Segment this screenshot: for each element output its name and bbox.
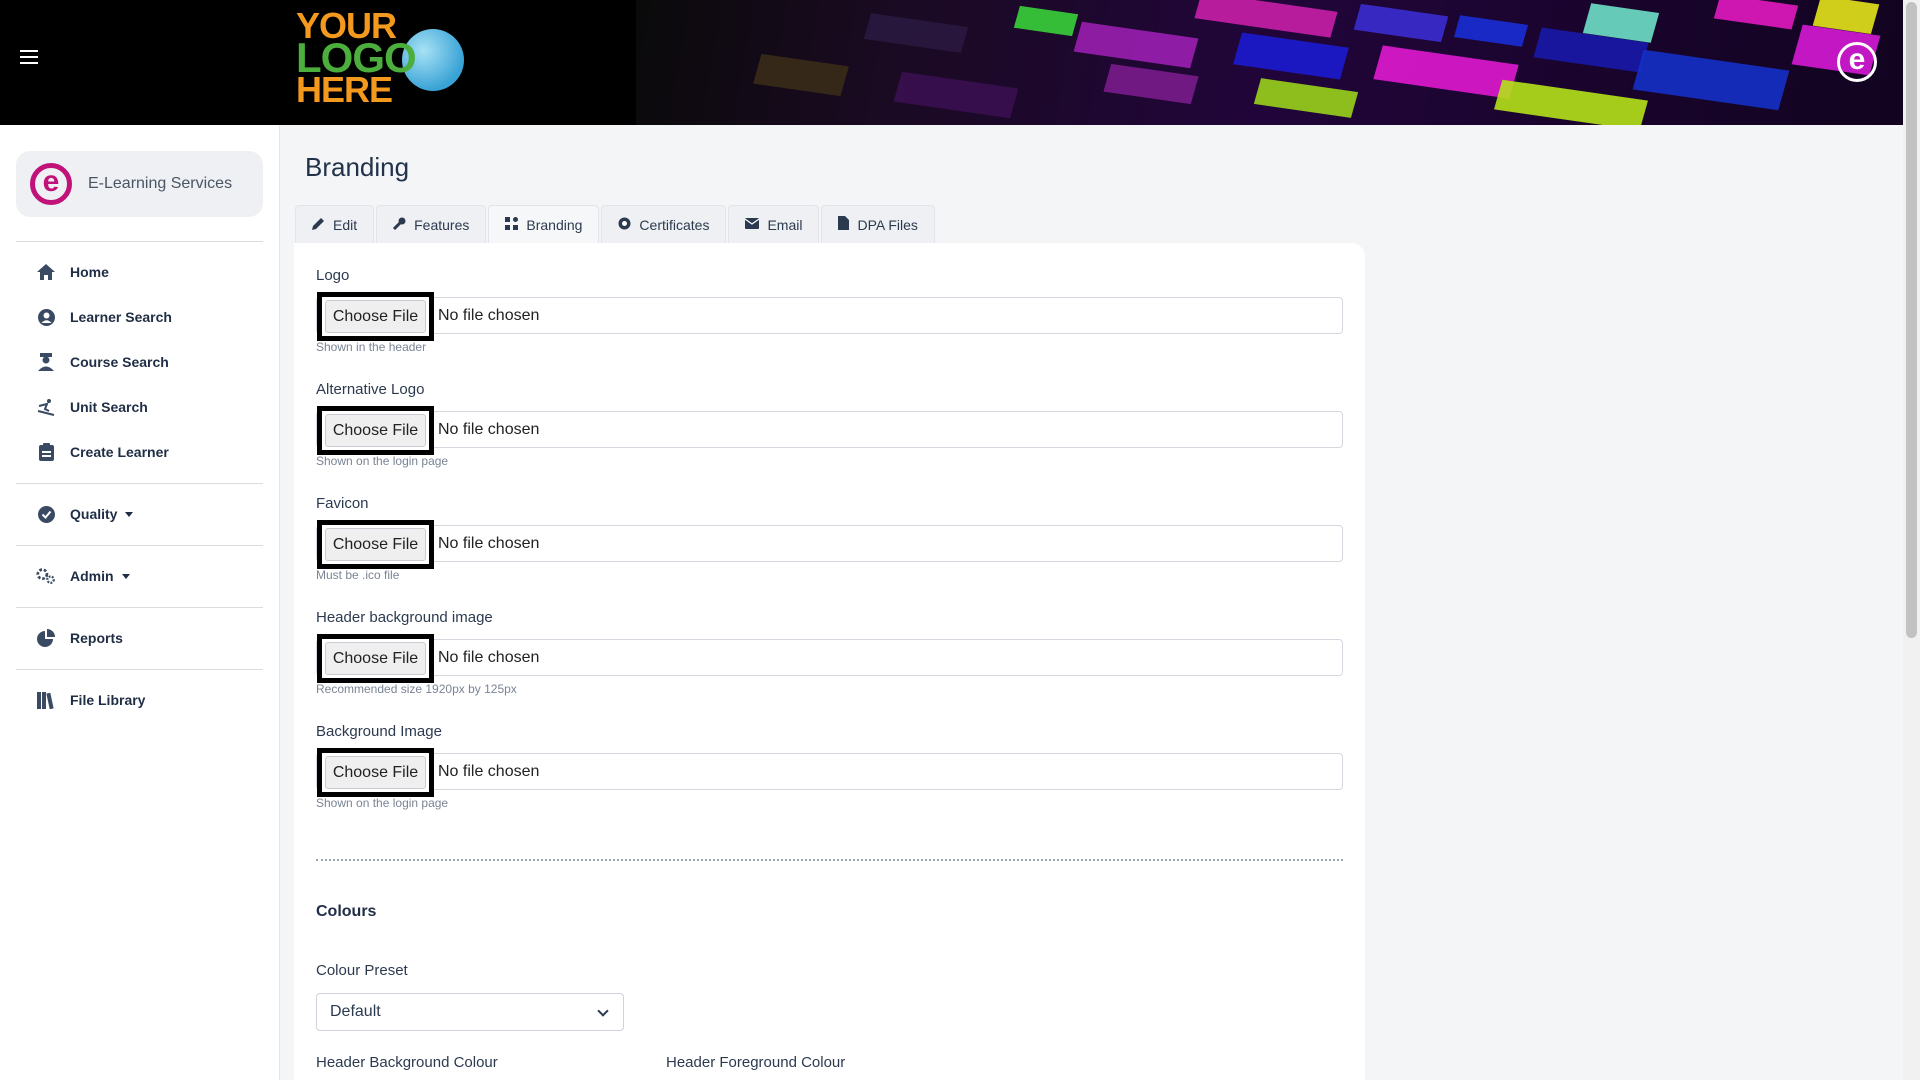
file-status: No file chosen: [438, 763, 540, 780]
favicon-help-text: Must be .ico file: [316, 568, 400, 582]
books-icon: [36, 690, 56, 710]
header-background-image-label: Header background image: [316, 609, 493, 626]
brand-e-icon[interactable]: e: [1837, 42, 1877, 82]
sidebar-item-label: File Library: [70, 692, 146, 708]
home-icon: [36, 262, 56, 282]
sidebar-item-course-search[interactable]: Course Search: [36, 352, 169, 372]
section-divider: [316, 859, 1343, 861]
tab-features[interactable]: Features: [376, 205, 487, 243]
envelope-icon: [745, 217, 760, 232]
sidebar-divider: [16, 607, 263, 608]
header-foreground-colour-label: Header Foreground Colour: [666, 1054, 846, 1071]
choose-file-button[interactable]: Choose File: [317, 634, 434, 683]
organisation-card[interactable]: e E-Learning Services: [16, 151, 263, 217]
tab-label: Features: [414, 216, 470, 233]
chevron-down-icon: [597, 1005, 609, 1017]
graduate-icon: [36, 352, 56, 372]
alternative-logo-help-text: Shown on the login page: [316, 454, 449, 468]
chevron-down-icon: [125, 511, 134, 517]
colour-preset-select[interactable]: Default: [316, 993, 624, 1031]
sidebar-item-quality[interactable]: Quality: [36, 504, 134, 524]
menu-toggle-icon[interactable]: [20, 50, 38, 64]
pencil-icon: [312, 217, 325, 233]
tab-label: DPA Files: [857, 216, 918, 233]
sidebar-item-label: Course Search: [70, 354, 169, 370]
sidebar-item-label: Learner Search: [70, 309, 172, 325]
favicon-label: Favicon: [316, 495, 369, 512]
alternative-logo-file-input[interactable]: Choose File No file chosen: [316, 406, 1343, 455]
file-status: No file chosen: [438, 649, 540, 666]
file-status: No file chosen: [438, 535, 540, 552]
gears-icon: [36, 566, 56, 586]
colours-section-title: Colours: [316, 903, 377, 920]
logo-help-text: Shown in the header: [316, 340, 427, 354]
tab-label: Branding: [526, 216, 583, 233]
page-scrollbar[interactable]: [1903, 0, 1920, 1080]
sidebar: e E-Learning Services Home Learner Searc…: [0, 125, 280, 1080]
colour-preset-label: Colour Preset: [316, 962, 408, 979]
wrench-icon: [393, 217, 406, 233]
tab-branding[interactable]: Branding: [488, 205, 600, 243]
choose-file-button[interactable]: Choose File: [317, 520, 434, 569]
check-circle-icon: [36, 504, 56, 524]
company-logo: YOUR LOGO HERE: [296, 8, 468, 116]
scrollbar-thumb[interactable]: [1906, 2, 1917, 638]
logo-file-input[interactable]: Choose File No file chosen: [316, 292, 1343, 341]
tab-email[interactable]: Email: [728, 205, 820, 243]
skiing-icon: [36, 397, 56, 417]
tab-bar: Edit Features Branding Certificates Emai…: [295, 205, 937, 243]
sidebar-item-file-library[interactable]: File Library: [36, 690, 145, 710]
tab-label: Email: [767, 216, 803, 233]
header-background-help-text: Recommended size 1920px by 125px: [316, 682, 517, 696]
sidebar-item-reports[interactable]: Reports: [36, 628, 123, 648]
organisation-name: E-Learning Services: [88, 175, 233, 192]
page-title: Branding: [305, 152, 410, 182]
file-icon: [838, 216, 850, 233]
organisation-e-icon: e: [30, 163, 72, 205]
sidebar-item-learner-search[interactable]: Learner Search: [36, 307, 172, 327]
chevron-down-icon: [121, 573, 130, 579]
background-image-file-input[interactable]: Choose File No file chosen: [316, 748, 1343, 797]
sidebar-item-label: Home: [70, 264, 109, 280]
tab-certificates[interactable]: Certificates: [601, 205, 727, 243]
alternative-logo-label: Alternative Logo: [316, 381, 425, 398]
sidebar-item-label: Admin: [70, 568, 114, 584]
palette-icon: [505, 216, 519, 233]
certificate-icon: [618, 217, 631, 233]
clipboard-icon: [36, 442, 56, 462]
top-header: YOUR LOGO HERE e: [0, 0, 1903, 125]
choose-file-button[interactable]: Choose File: [317, 748, 434, 797]
sidebar-divider: [16, 483, 263, 484]
sidebar-divider: [16, 669, 263, 670]
sidebar-item-home[interactable]: Home: [36, 262, 109, 282]
tab-label: Certificates: [639, 216, 710, 233]
file-status: No file chosen: [438, 307, 540, 324]
sidebar-item-label: Quality: [70, 506, 118, 522]
tab-label: Edit: [333, 216, 358, 233]
colour-preset-value: Default: [330, 1003, 381, 1020]
file-status: No file chosen: [438, 421, 540, 438]
sidebar-divider: [16, 241, 263, 242]
tab-edit[interactable]: Edit: [295, 205, 375, 243]
sidebar-item-unit-search[interactable]: Unit Search: [36, 397, 148, 417]
sidebar-item-create-learner[interactable]: Create Learner: [36, 442, 169, 462]
tab-dpa-files[interactable]: DPA Files: [821, 205, 935, 243]
sidebar-divider: [16, 545, 263, 546]
favicon-file-input[interactable]: Choose File No file chosen: [316, 520, 1343, 569]
sidebar-item-admin[interactable]: Admin: [36, 566, 130, 586]
choose-file-button[interactable]: Choose File: [317, 292, 434, 341]
background-image-help-text: Shown on the login page: [316, 796, 449, 810]
header-banner-image: [636, 0, 1903, 125]
sidebar-item-label: Unit Search: [70, 399, 148, 415]
logo-label: Logo: [316, 267, 350, 284]
sidebar-item-label: Reports: [70, 630, 123, 646]
background-image-label: Background Image: [316, 723, 442, 740]
header-background-colour-label: Header Background Colour: [316, 1054, 498, 1071]
header-background-file-input[interactable]: Choose File No file chosen: [316, 634, 1343, 683]
pie-chart-icon: [36, 628, 56, 648]
choose-file-button[interactable]: Choose File: [317, 406, 434, 455]
user-circle-icon: [36, 307, 56, 327]
sidebar-item-label: Create Learner: [70, 444, 169, 460]
